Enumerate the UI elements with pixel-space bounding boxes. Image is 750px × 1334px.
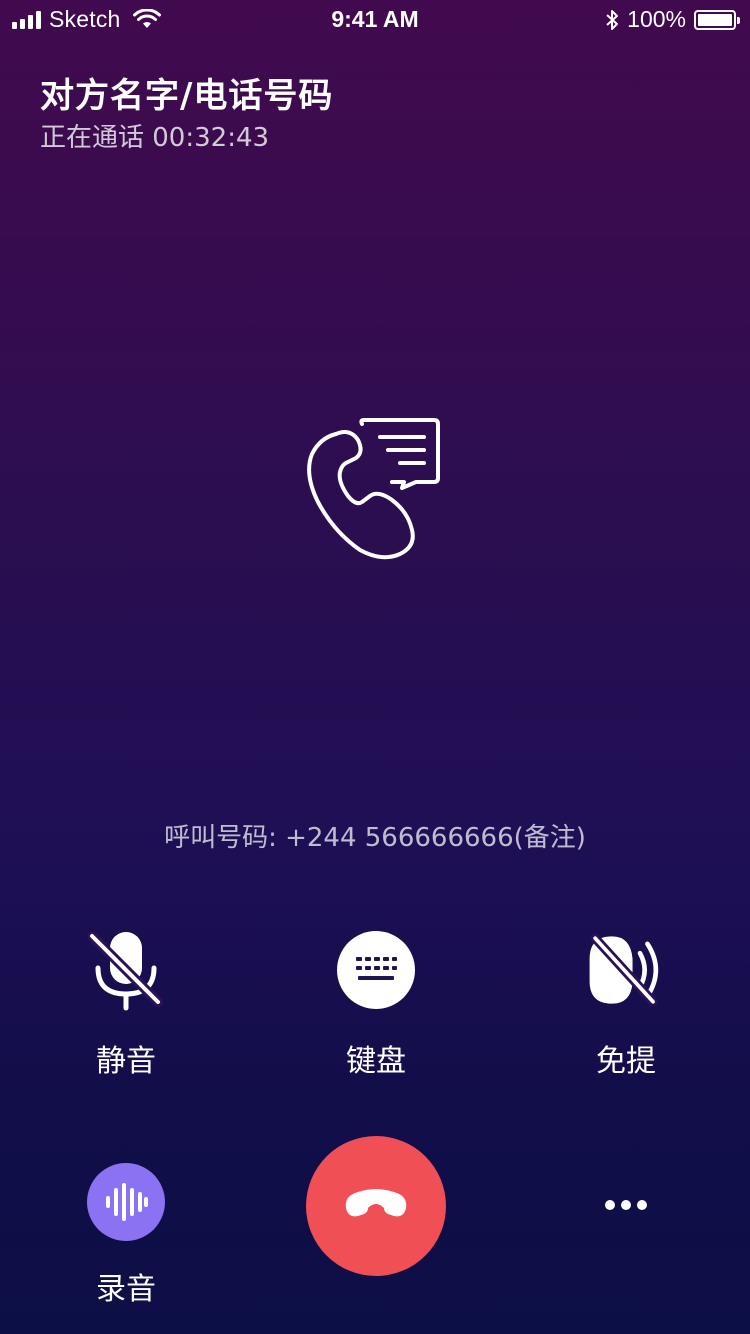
record-button[interactable]: 录音 bbox=[46, 1160, 206, 1308]
more-dot bbox=[621, 1200, 631, 1210]
speaker-off-icon bbox=[584, 928, 668, 1012]
battery-icon bbox=[694, 9, 740, 30]
speaker-button[interactable]: 免提 bbox=[546, 928, 706, 1080]
more-dot bbox=[605, 1200, 615, 1210]
call-message-icon bbox=[307, 418, 440, 560]
battery-percent: 100% bbox=[627, 6, 686, 32]
record-icon-wrap bbox=[84, 1160, 168, 1244]
waveform-icon bbox=[87, 1163, 165, 1241]
more-dot bbox=[637, 1200, 647, 1210]
bluetooth-icon bbox=[606, 9, 619, 30]
hang-up-button[interactable] bbox=[306, 1136, 446, 1276]
caller-name: 对方名字/电话号码 bbox=[40, 76, 334, 116]
status-bar: Sketch 9:41 AM 100% bbox=[0, 0, 750, 40]
status-bar-right: 100% bbox=[605, 6, 740, 33]
keyboard-icon bbox=[337, 931, 415, 1009]
call-duration-status: 正在通话 00:32:43 bbox=[40, 123, 270, 153]
call-number-line: 呼叫号码: +244 566666666(备注) bbox=[164, 823, 586, 853]
more-button[interactable] bbox=[586, 1180, 666, 1230]
keypad-icon-wrap bbox=[334, 928, 418, 1012]
record-label: 录音 bbox=[96, 1272, 156, 1307]
mute-label: 静音 bbox=[96, 1044, 156, 1079]
keypad-button[interactable]: 键盘 bbox=[296, 928, 456, 1080]
hang-up-icon bbox=[345, 1189, 407, 1217]
mute-button[interactable]: 静音 bbox=[46, 928, 206, 1080]
speaker-label: 免提 bbox=[596, 1044, 656, 1079]
mic-off-icon bbox=[84, 928, 168, 1012]
keypad-label: 键盘 bbox=[346, 1044, 406, 1079]
